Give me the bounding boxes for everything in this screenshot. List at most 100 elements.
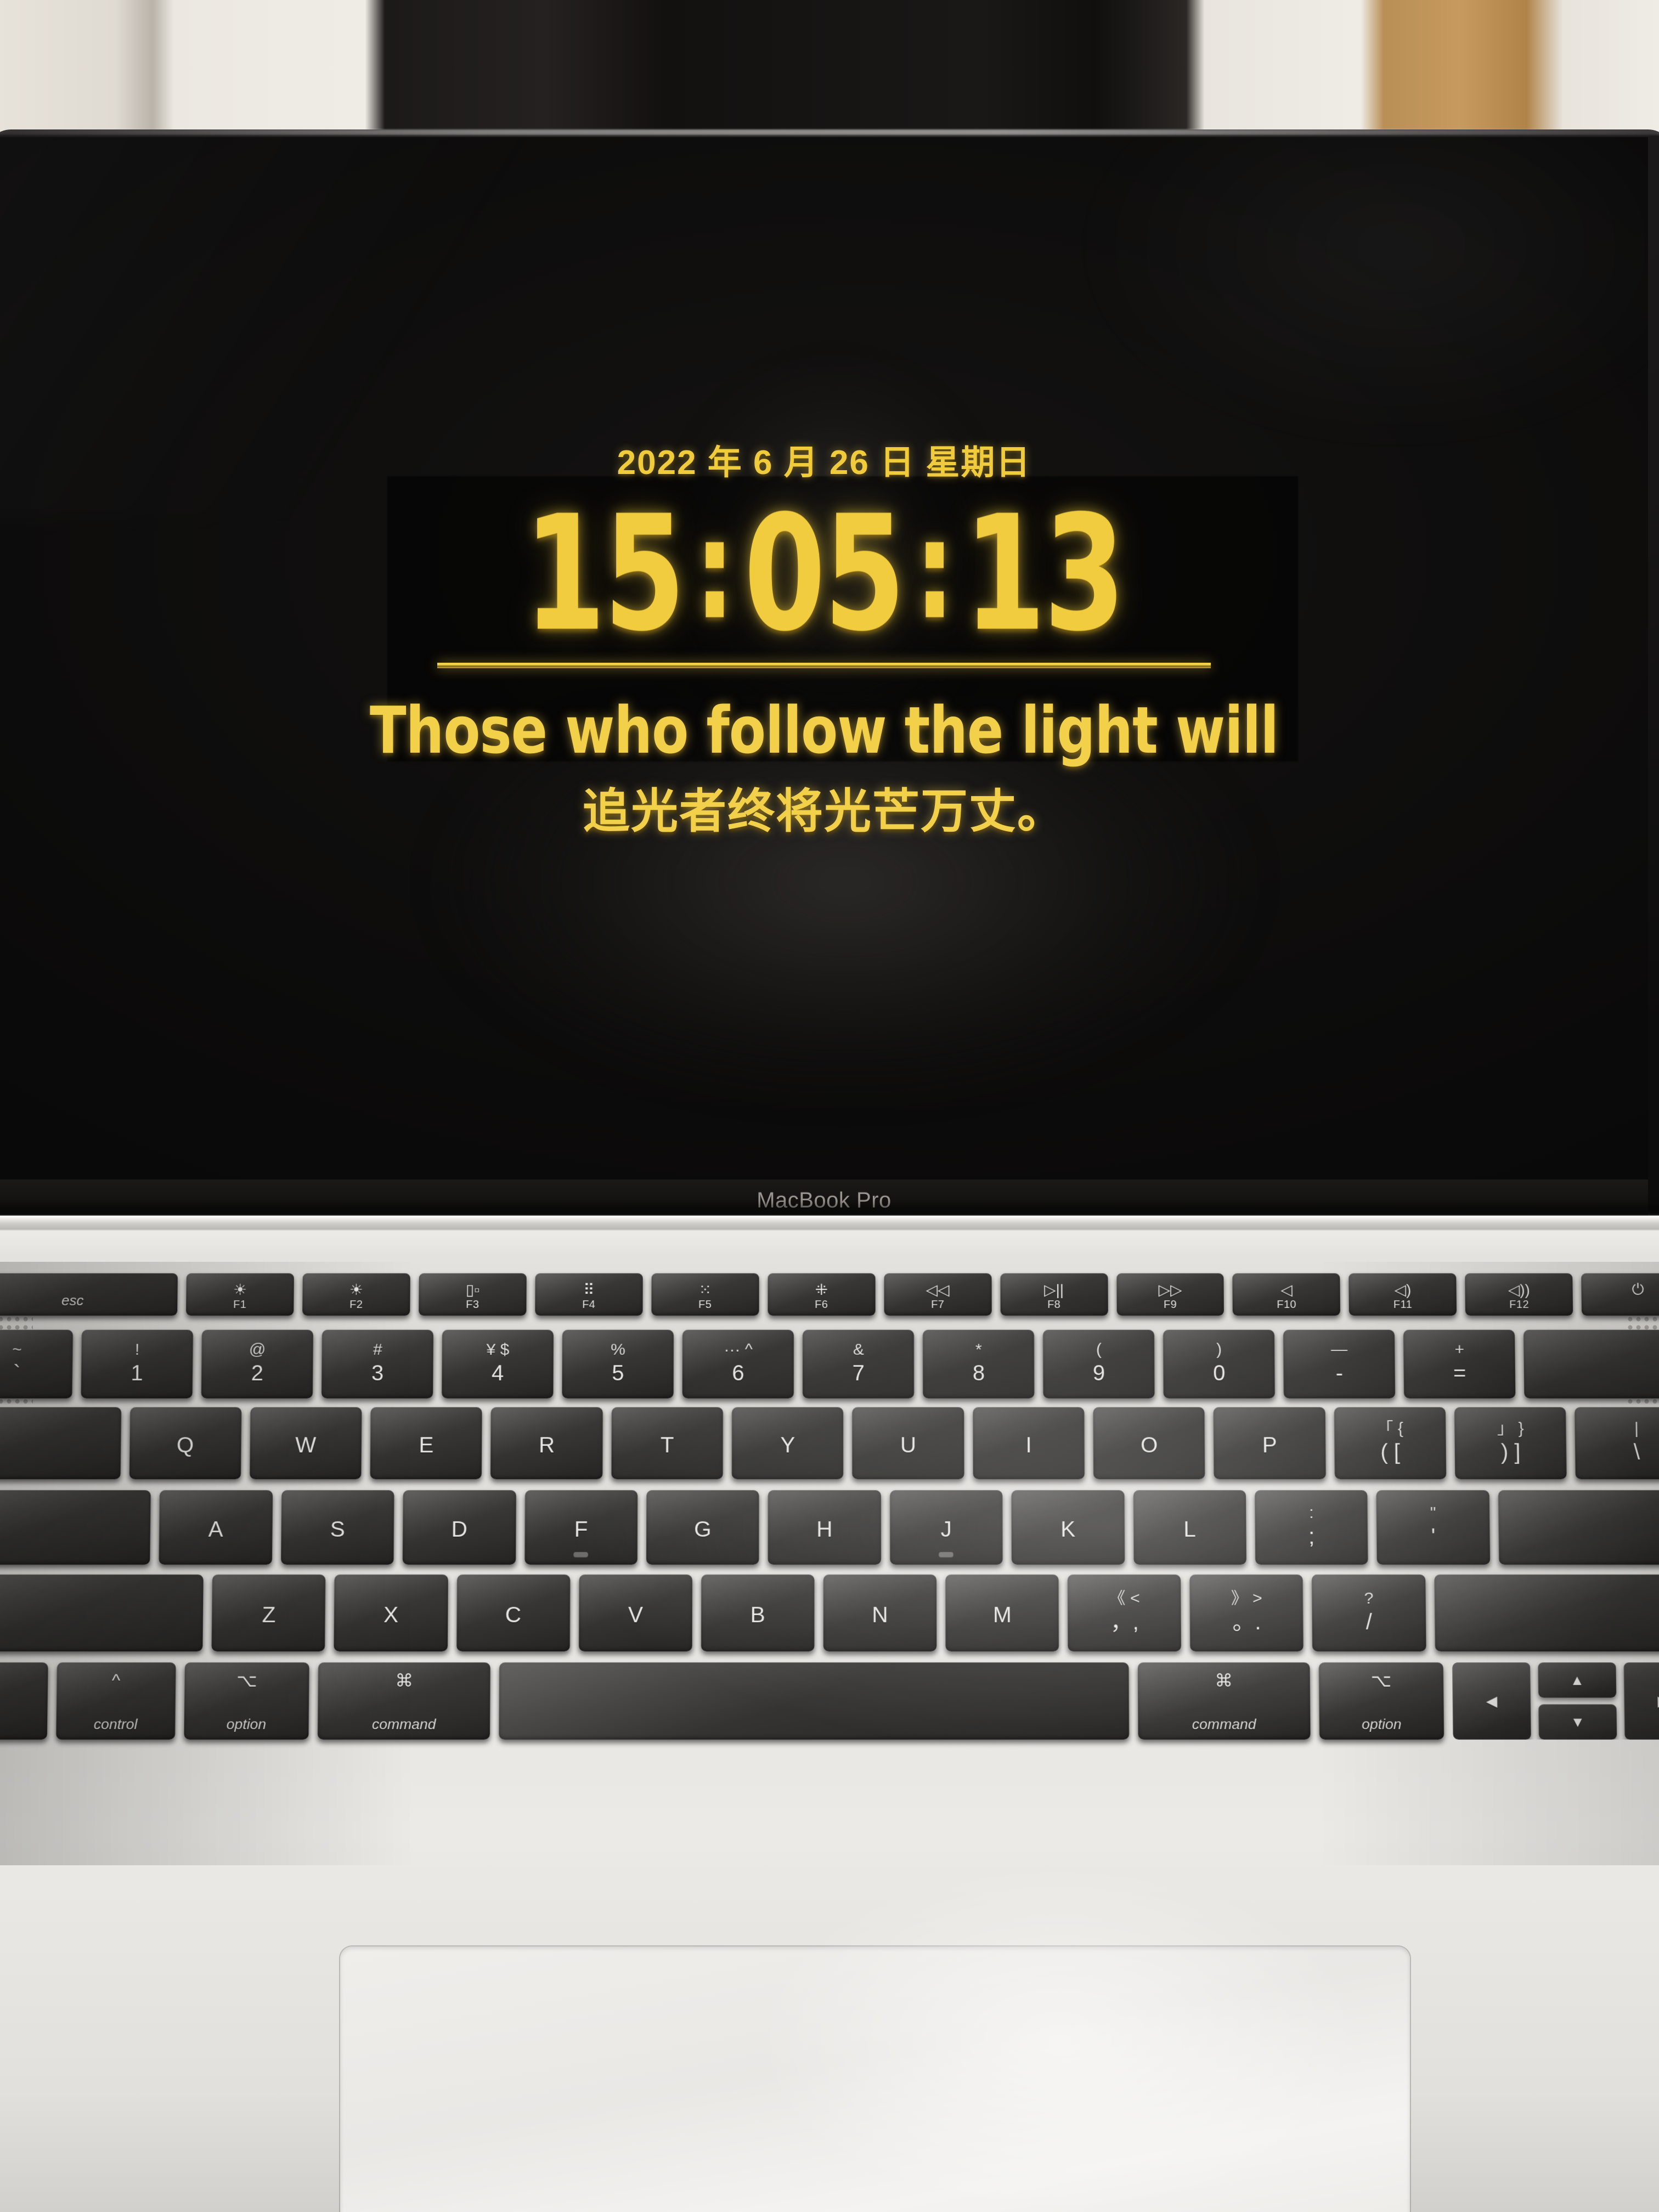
laptop-photo: 2022 年 6 月 26 日 星期日 15 : 05 : 13 Those w… <box>0 0 1659 2212</box>
key-f10[interactable]: ◁ F10 <box>1232 1273 1341 1316</box>
key-i[interactable]: I <box>973 1407 1085 1480</box>
key-key[interactable]: ? / <box>1312 1574 1426 1652</box>
key-option[interactable]: ⌥ option <box>1318 1662 1444 1740</box>
key-arrow-up[interactable]: ▲ <box>1538 1662 1617 1698</box>
key-label: C <box>505 1603 522 1628</box>
key-tab[interactable]: ⇥ <box>0 1407 121 1480</box>
key-c[interactable]: C <box>456 1574 571 1652</box>
key-key[interactable]: 》 > 。. <box>1189 1574 1304 1652</box>
key-p[interactable]: P <box>1214 1407 1326 1480</box>
keyboard-home-row[interactable]: ⇪ASDFGHJKL:;"'⏎ <box>0 1490 1659 1565</box>
key-y[interactable]: Y <box>731 1407 844 1480</box>
key-3[interactable]: #3 <box>321 1329 434 1398</box>
key-f6[interactable]: ⁜ F6 <box>768 1273 876 1316</box>
key-key[interactable]: + = <box>1403 1329 1516 1398</box>
key-arrow-down[interactable]: ▼ <box>1538 1704 1617 1740</box>
key-f2[interactable]: ☀ F2 <box>302 1273 410 1316</box>
key-f9[interactable]: ▷▷ F9 <box>1116 1273 1224 1316</box>
key-g[interactable]: G <box>646 1490 759 1565</box>
key-j[interactable]: J <box>889 1490 1003 1565</box>
key-v[interactable]: V <box>578 1574 692 1652</box>
key-x[interactable]: X <box>334 1574 448 1652</box>
key-m[interactable]: M <box>945 1574 1059 1652</box>
key-a[interactable]: A <box>159 1490 273 1565</box>
key-o[interactable]: O <box>1093 1407 1205 1480</box>
keyboard-modifier-row[interactable]: fn ^ control ⌥ option ⌘ command ⌘ command ⌥ option… <box>0 1662 1659 1740</box>
key-delete[interactable]: ⌫ <box>1523 1329 1659 1398</box>
keyboard-qwerty-row[interactable]: ⇥QWERTYUIOP「 {( [」 }) ]|\ <box>0 1407 1659 1480</box>
key-label: F10 <box>1277 1299 1297 1311</box>
key-label: command <box>371 1716 436 1733</box>
key-arrow-right[interactable]: ▶ <box>1623 1662 1659 1740</box>
key-label: 4 <box>491 1361 504 1386</box>
key-f12[interactable]: ◁)) F12 <box>1465 1273 1573 1316</box>
key-b[interactable]: B <box>701 1574 815 1652</box>
key-2[interactable]: @2 <box>201 1329 314 1398</box>
key-key[interactable]: — - <box>1283 1329 1396 1398</box>
key-t[interactable]: T <box>611 1407 724 1480</box>
key-d[interactable]: D <box>402 1490 516 1565</box>
key-z[interactable]: Z <box>211 1574 326 1652</box>
key-key[interactable]: :; <box>1255 1490 1369 1565</box>
key-f[interactable]: F <box>524 1490 638 1565</box>
key-label: 1 <box>131 1361 144 1386</box>
key-key[interactable]: | \ <box>1575 1407 1659 1480</box>
keyboard[interactable]: esc ☀ F1 ☀ F2 ▯▫ F3 ⠿ F4 ⁙ F5 ⁜ F6 ◁◁ F7 ▷|| F8 ▷▷ F9 ◁ F10 ◁… <box>0 1273 1659 1860</box>
key-f7[interactable]: ◁◁ F7 <box>884 1273 992 1316</box>
display-screen[interactable]: 2022 年 6 月 26 日 星期日 15 : 05 : 13 Those w… <box>0 137 1648 1180</box>
key-key[interactable]: ~ ` <box>0 1329 74 1398</box>
date-label: 2022 年 6 月 26 日 星期日 <box>617 444 1031 482</box>
key-6[interactable]: ··· ^ 6 <box>682 1329 794 1398</box>
key-h[interactable]: H <box>768 1490 881 1565</box>
key-space[interactable] <box>499 1662 1129 1740</box>
key-shift-label: + <box>1454 1340 1465 1359</box>
key-label: F7 <box>931 1299 945 1311</box>
key-q[interactable]: Q <box>129 1407 242 1480</box>
key-caps-lock[interactable]: ⇪ <box>0 1490 151 1565</box>
key-f1[interactable]: ☀ F1 <box>186 1273 294 1316</box>
key-e[interactable]: E <box>370 1407 483 1480</box>
key-power[interactable]: ⏻ <box>1581 1273 1659 1316</box>
key-control[interactable]: ^ control <box>55 1662 176 1740</box>
key-u[interactable]: U <box>852 1407 964 1480</box>
key-key[interactable]: 「 {( [ <box>1334 1407 1447 1480</box>
key-8[interactable]: * 8 <box>923 1329 1035 1398</box>
key-n[interactable]: N <box>823 1574 937 1652</box>
key-esc[interactable]: esc <box>0 1273 178 1316</box>
key-f8[interactable]: ▷|| F8 <box>1000 1273 1108 1316</box>
key-f4[interactable]: ⠿ F4 <box>535 1273 643 1316</box>
key-shift-left[interactable]: ⇧ <box>0 1574 204 1652</box>
key-1[interactable]: ! 1 <box>81 1329 194 1398</box>
key-s[interactable]: S <box>280 1490 394 1565</box>
key-fn[interactable]: fn <box>0 1662 48 1740</box>
key-key[interactable]: 《 < ，, <box>1068 1574 1182 1652</box>
key-9[interactable]: (9 <box>1043 1329 1155 1398</box>
key-l[interactable]: L <box>1133 1490 1247 1565</box>
key-r[interactable]: R <box>490 1407 603 1480</box>
key-shift-right[interactable]: ⇧ <box>1434 1574 1659 1652</box>
key-command[interactable]: ⌘ command <box>1137 1662 1311 1740</box>
key-option[interactable]: ⌥ option <box>184 1662 309 1740</box>
key-7[interactable]: & 7 <box>803 1329 915 1398</box>
keyboard-number-row[interactable]: ~`!1@2#3¥ $4%5··· ^6&7*8(9)0—-+=⌫ <box>0 1329 1659 1398</box>
key-f3[interactable]: ▯▫ F3 <box>419 1273 527 1316</box>
key-return[interactable]: ⏎ <box>1498 1490 1659 1565</box>
key-command[interactable]: ⌘ command <box>317 1662 490 1740</box>
f2-icon: ☀ <box>349 1281 364 1299</box>
key-4[interactable]: ¥ $ 4 <box>442 1329 554 1398</box>
key-label: esc <box>61 1292 84 1309</box>
trackpad[interactable] <box>340 1946 1410 2212</box>
key-k[interactable]: K <box>1011 1490 1125 1565</box>
keyboard-function-row[interactable]: esc ☀ F1 ☀ F2 ▯▫ F3 ⠿ F4 ⁙ F5 ⁜ F6 ◁◁ F7 ▷|| F8 ▷▷ F9 ◁ F10 ◁… <box>0 1273 1659 1316</box>
key-f5[interactable]: ⁙ F5 <box>651 1273 759 1316</box>
f3-icon: ▯▫ <box>465 1281 480 1299</box>
key-f11[interactable]: ◁) F11 <box>1348 1273 1457 1316</box>
key-0[interactable]: ) 0 <box>1163 1329 1276 1398</box>
arrow-key-cluster[interactable]: ◀ ▲ ▼ ▶ <box>1452 1662 1659 1740</box>
key-key[interactable]: " ' <box>1376 1490 1491 1565</box>
key-w[interactable]: W <box>249 1407 362 1480</box>
key-5[interactable]: % 5 <box>562 1329 674 1398</box>
key-arrow-left[interactable]: ◀ <box>1452 1662 1531 1740</box>
keyboard-bottom-letter-row[interactable]: ⇧ZXCVBNM《 <，,》 >。.?/⇧ <box>0 1574 1659 1652</box>
key-key[interactable]: 」 }) ] <box>1454 1407 1567 1480</box>
